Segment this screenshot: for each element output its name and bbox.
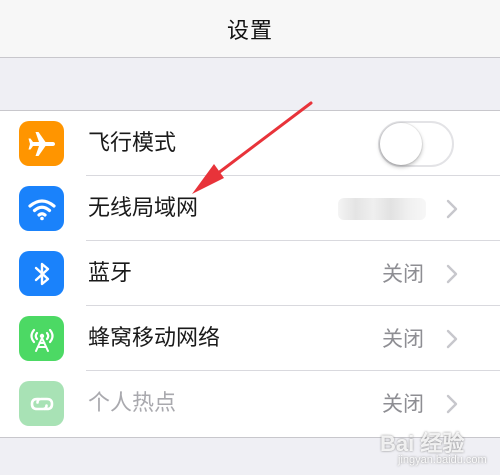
- chevron-right-icon: [446, 264, 458, 284]
- toggle-knob: [380, 123, 422, 165]
- cellular-antenna-icon: [19, 316, 64, 361]
- hotspot-link-icon: [19, 381, 64, 426]
- wifi-label: 无线局域网: [88, 196, 199, 221]
- wifi-network-name-redacted: [338, 198, 426, 220]
- settings-screen: 设置 飞行模式 无线局域网 蓝牙 关闭 蜂窝移动网络 关闭 个人热点 关闭 Ba…: [0, 0, 500, 475]
- settings-group-connectivity: 飞行模式 无线局域网 蓝牙 关闭 蜂窝移动网络 关闭 个人热点 关闭: [0, 110, 500, 438]
- cellular-status: 关闭: [382, 327, 424, 351]
- cellular-label: 蜂窝移动网络: [88, 326, 221, 351]
- chevron-right-icon: [446, 199, 458, 219]
- bluetooth-label: 蓝牙: [88, 261, 133, 286]
- bluetooth-status: 关闭: [382, 262, 424, 286]
- wifi-icon: [19, 186, 64, 231]
- bluetooth-icon: [19, 251, 64, 296]
- page-title: 设置: [226, 18, 273, 44]
- settings-row-airplane-mode: 飞行模式: [0, 111, 500, 176]
- settings-row-wifi[interactable]: 无线局域网: [0, 176, 500, 241]
- airplane-mode-toggle[interactable]: [378, 121, 454, 167]
- personal-hotspot-status: 关闭: [382, 392, 424, 416]
- personal-hotspot-label: 个人热点: [88, 391, 177, 416]
- baidu-jingyan-watermark: Bai 经验 jingyan.baidu.com: [380, 418, 500, 475]
- chevron-right-icon: [446, 329, 458, 349]
- settings-row-bluetooth[interactable]: 蓝牙 关闭: [0, 241, 500, 306]
- watermark-sub-text: jingyan.baidu.com: [398, 454, 487, 466]
- navigation-bar: 设置: [0, 0, 500, 58]
- settings-row-cellular[interactable]: 蜂窝移动网络 关闭: [0, 306, 500, 371]
- airplane-icon: [19, 121, 64, 166]
- airplane-mode-label: 飞行模式: [88, 131, 177, 156]
- chevron-right-icon: [446, 394, 458, 414]
